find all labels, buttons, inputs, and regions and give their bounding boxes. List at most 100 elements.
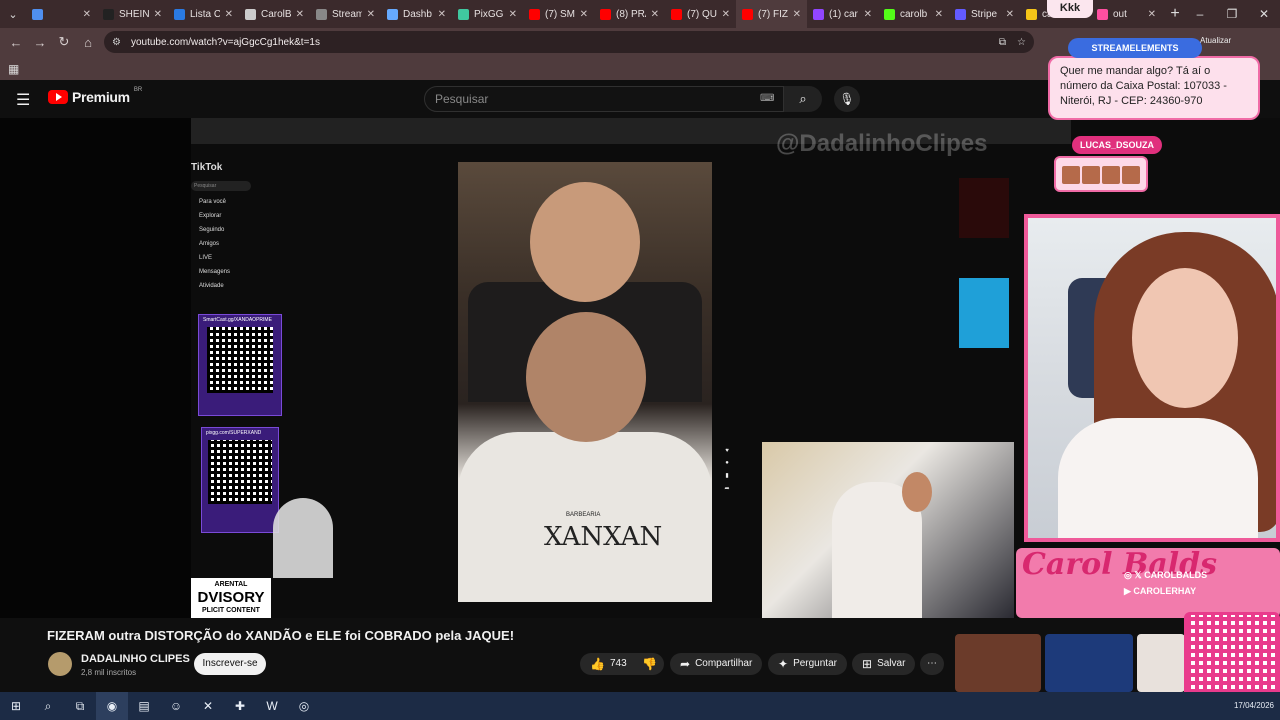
- tab-title: (7) SM: [545, 8, 575, 20]
- tab-search-dropdown[interactable]: ⌄: [0, 0, 26, 28]
- tab-close-icon[interactable]: ✕: [296, 9, 304, 20]
- youtube-logo[interactable]: Premium BR: [48, 87, 142, 105]
- tab-close-icon[interactable]: ✕: [651, 9, 659, 20]
- back-button[interactable]: ←: [4, 35, 28, 50]
- tab-list: ✕ SHEIN ✕ Lista C ✕ CarolB ✕ Stream ✕ Dashb ✕ PixGG…: [26, 0, 1162, 28]
- maximize-button[interactable]: ❐: [1216, 0, 1248, 28]
- close-window-button[interactable]: ✕: [1248, 0, 1280, 28]
- task-view-icon[interactable]: ⧉: [64, 692, 96, 720]
- more-icon: ⋯: [927, 658, 937, 669]
- subscribe-button[interactable]: Inscrever-se: [194, 653, 266, 675]
- obs-icon[interactable]: ◎: [288, 692, 320, 720]
- carol-balds-overlay: Carol Balds ◎ 𝕏 CAROLBALDS ▶ CAROLERHAY: [1016, 548, 1280, 618]
- recommended-thumb[interactable]: [955, 634, 1041, 692]
- apps-grid-icon[interactable]: ▦: [8, 62, 19, 76]
- browser-tab[interactable]: Dashb ✕: [381, 0, 452, 28]
- tab-title: (7) FIZ: [758, 8, 788, 20]
- tab-close-icon[interactable]: ✕: [83, 9, 91, 20]
- browser-tab[interactable]: carolb ✕: [878, 0, 949, 28]
- forward-button[interactable]: →: [28, 35, 52, 50]
- install-app-icon[interactable]: ⧉: [999, 37, 1006, 48]
- home-button[interactable]: ⌂: [76, 35, 100, 50]
- word-icon[interactable]: W: [256, 692, 288, 720]
- chrome-icon[interactable]: ◉: [96, 692, 128, 720]
- channel-avatar[interactable]: [48, 652, 72, 676]
- security-icon[interactable]: ✚: [224, 692, 256, 720]
- dislike-button[interactable]: 👎: [634, 653, 664, 675]
- tab-close-icon[interactable]: ✕: [438, 9, 446, 20]
- search-button[interactable]: ⌕: [784, 86, 822, 112]
- ask-button[interactable]: ✦ Perguntar: [768, 653, 847, 675]
- save-label: Salvar: [877, 658, 906, 669]
- like-button[interactable]: 👍 743: [580, 653, 634, 675]
- browser-tab[interactable]: SHEIN ✕: [97, 0, 168, 28]
- search-icon[interactable]: ⌕: [32, 692, 64, 720]
- social-x-handle: CAROLBALDS: [1144, 570, 1208, 580]
- browser-tab[interactable]: Lista C ✕: [168, 0, 239, 28]
- tab-close-icon[interactable]: ✕: [864, 9, 872, 20]
- tab-close-icon[interactable]: ✕: [367, 9, 375, 20]
- thumbs-up-icon: 👍: [590, 657, 605, 671]
- browser-tab[interactable]: Stream ✕: [310, 0, 381, 28]
- host-face: [1132, 268, 1238, 408]
- advisory-top: ARENTAL: [214, 581, 248, 588]
- tiktok-search: Pesquisar: [191, 181, 251, 191]
- search-input[interactable]: Pesquisar: [424, 86, 784, 112]
- browser-tab[interactable]: (8) PRA ✕: [594, 0, 665, 28]
- reload-button[interactable]: ↻: [52, 34, 76, 50]
- recommended-thumbnails: [955, 634, 1185, 692]
- keyboard-icon[interactable]: ⌨: [760, 93, 774, 104]
- tab-close-icon[interactable]: ✕: [935, 9, 943, 20]
- share-button[interactable]: ➦ Compartilhar: [670, 653, 763, 675]
- browser-tab[interactable]: Stripe ✕: [949, 0, 1020, 28]
- share-icon: ➦: [724, 486, 730, 492]
- supporter-badge: LUCAS_DSOUZA: [1072, 136, 1163, 154]
- menu-icon[interactable]: ☰: [16, 90, 30, 110]
- host-body: [1058, 418, 1258, 538]
- tab-close-icon[interactable]: ✕: [1006, 9, 1014, 20]
- tab-close-icon[interactable]: ✕: [225, 9, 233, 20]
- recommended-thumb[interactable]: [1045, 634, 1133, 692]
- browser-tab[interactable]: (7) QU ✕: [665, 0, 736, 28]
- channel-name[interactable]: DADALINHO CLIPES: [81, 653, 190, 665]
- site-info-icon[interactable]: ⚙: [112, 37, 121, 48]
- discord-icon[interactable]: ☺: [160, 692, 192, 720]
- browser-tab[interactable]: PixGG ✕: [452, 0, 523, 28]
- qr-code-panel-smartcast: SmartCast.gg/XANDAOPRIME: [198, 314, 282, 416]
- update-button[interactable]: Atualizar: [1200, 36, 1231, 45]
- tab-close-icon[interactable]: ✕: [154, 9, 162, 20]
- file-explorer-icon[interactable]: ▤: [128, 692, 160, 720]
- video-title: FIZERAM outra DISTORÇÃO do XANDÃO e ELE …: [47, 628, 515, 643]
- save-button[interactable]: ⊞ Salvar: [852, 653, 916, 675]
- browser-tab[interactable]: out ✕: [1091, 0, 1162, 28]
- xbox-icon[interactable]: ✕: [192, 692, 224, 720]
- browser-tab[interactable]: ✕: [26, 0, 97, 28]
- browser-tab[interactable]: (7) FIZ ✕: [736, 0, 807, 28]
- bookmark-star-icon[interactable]: ☆: [1017, 37, 1026, 48]
- start-icon[interactable]: ⊞: [0, 692, 32, 720]
- browser-tab[interactable]: CarolB ✕: [239, 0, 310, 28]
- browser-tab[interactable]: (7) SM ✕: [523, 0, 594, 28]
- channel-watermark: @DadalinhoClipes: [776, 130, 988, 157]
- bookmark-icon: ▮: [725, 473, 729, 479]
- url-field[interactable]: ⚙ youtube.com/watch?v=ajGgcCg1hek&t=1s ⧉…: [104, 31, 1034, 53]
- advisory-mid: DVISORY: [197, 589, 265, 606]
- tab-title: PixGG: [474, 8, 504, 20]
- tab-close-icon[interactable]: ✕: [580, 9, 588, 20]
- qr-code-image: [207, 327, 273, 393]
- tab-close-icon[interactable]: ✕: [722, 9, 730, 20]
- minimize-button[interactable]: –: [1184, 0, 1216, 28]
- supporter-emotes: [1054, 156, 1148, 192]
- tab-favicon-icon: [1097, 8, 1108, 20]
- tab-close-icon[interactable]: ✕: [509, 9, 517, 20]
- more-actions-button[interactable]: ⋯: [920, 653, 944, 675]
- comment-icon: ●: [725, 460, 729, 466]
- voice-search-button[interactable]: 🎙: [834, 86, 860, 112]
- tab-title: (7) QU: [687, 8, 717, 20]
- tab-close-icon[interactable]: ✕: [1148, 9, 1156, 20]
- tab-favicon-icon: [813, 8, 824, 20]
- recommended-thumb[interactable]: [1137, 634, 1185, 692]
- tab-close-icon[interactable]: ✕: [793, 9, 801, 20]
- browser-tab[interactable]: (1) car ✕: [807, 0, 878, 28]
- tiktok-nav-item: Amigos: [199, 241, 220, 247]
